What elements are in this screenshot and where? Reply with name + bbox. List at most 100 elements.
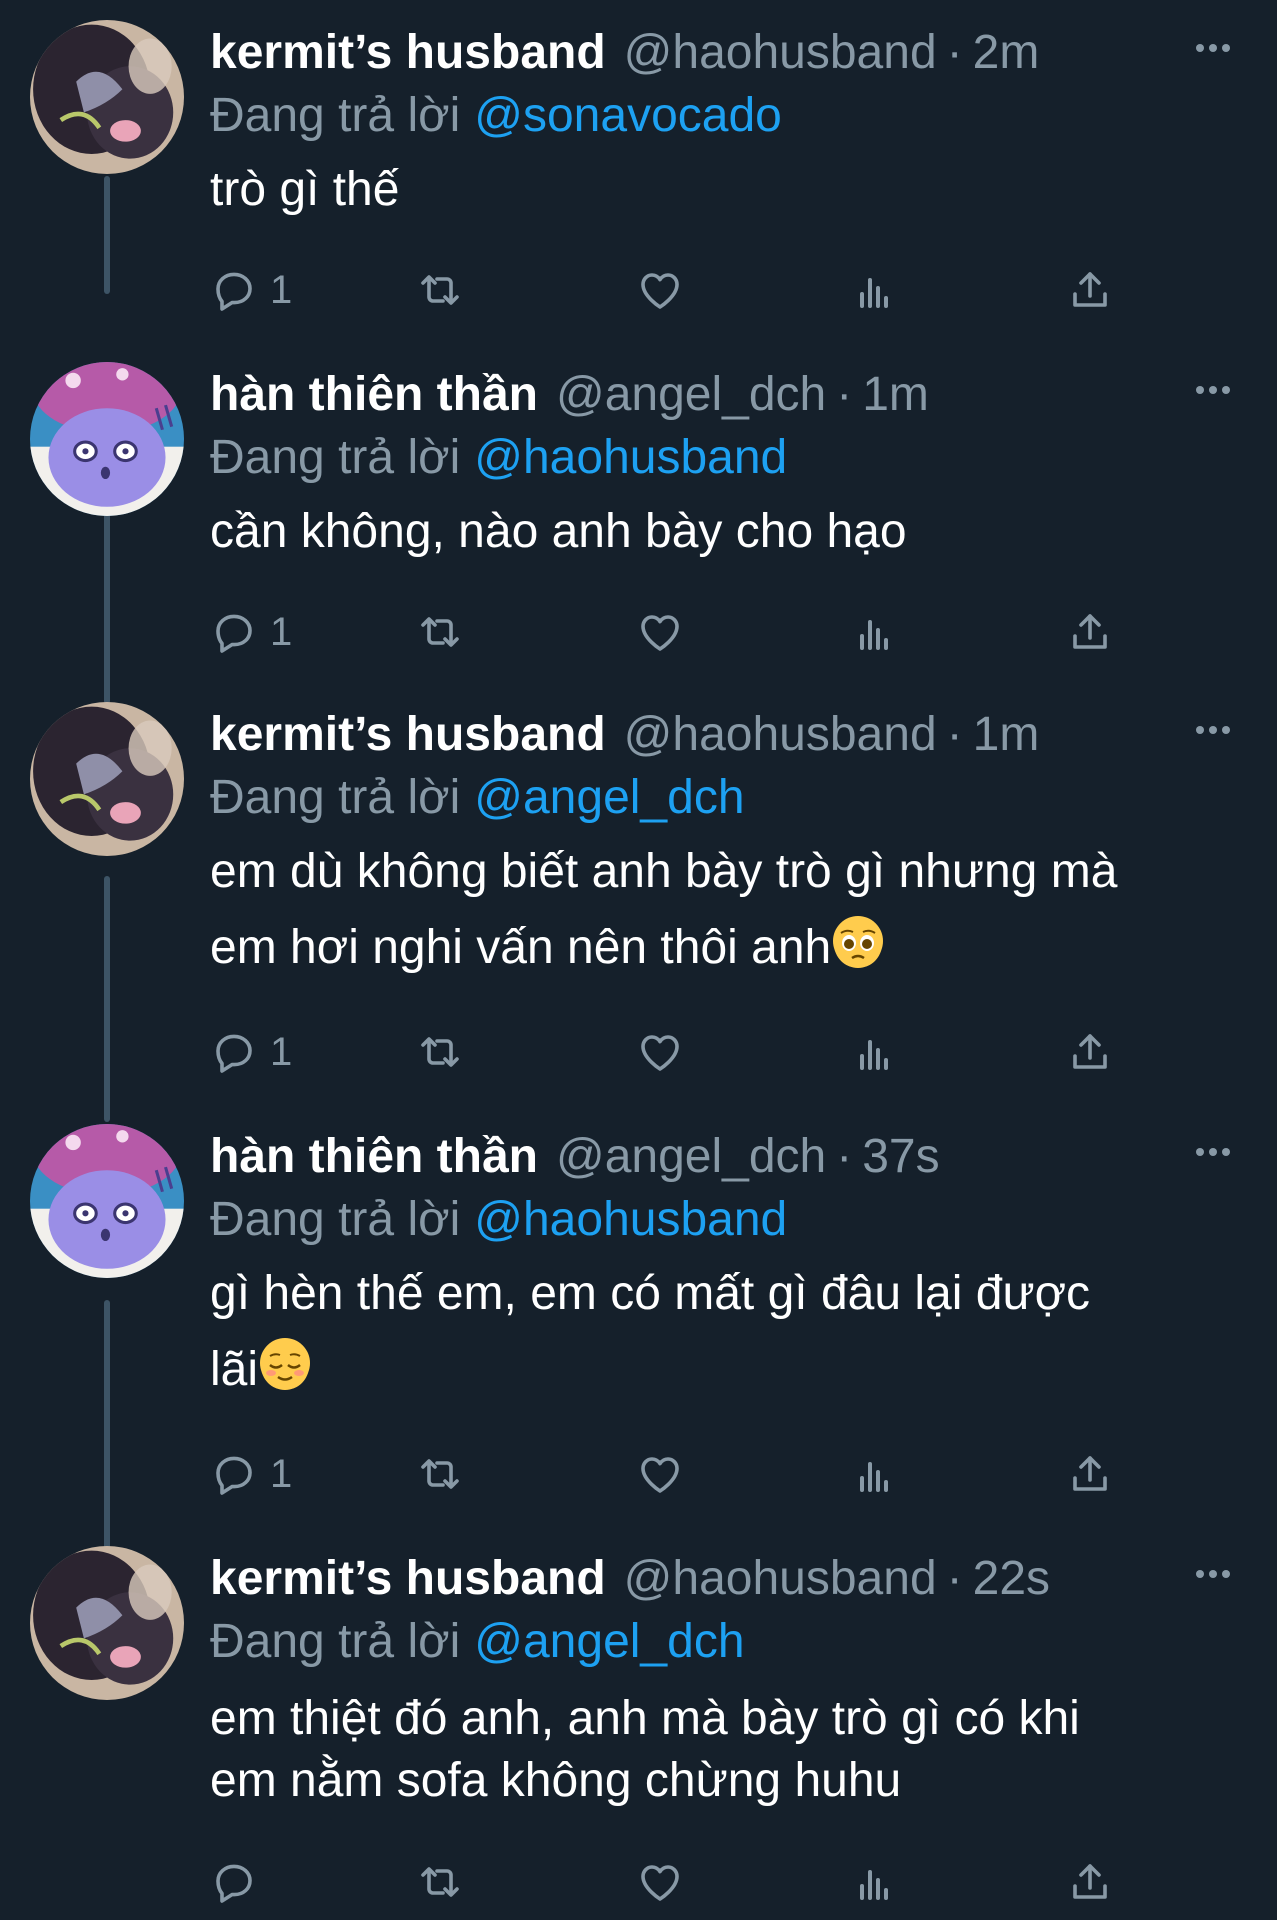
tweet-header: kermit’s husband @haohusband · 2m bbox=[210, 20, 1237, 86]
tweet[interactable]: kermit’s husband @haohusband · 2m Đang t… bbox=[0, 0, 1277, 320]
tweet-header: hàn thiên thần @angel_dch · 1m bbox=[210, 362, 1237, 428]
like-icon bbox=[636, 1858, 684, 1906]
display-name[interactable]: kermit’s husband bbox=[210, 1546, 606, 1612]
tweet-text-line: em dù không biết anh bày trò gì nhưng mà bbox=[210, 845, 1118, 898]
like-button[interactable] bbox=[636, 1024, 684, 1080]
timestamp[interactable]: 37s bbox=[862, 1124, 939, 1190]
user-handle[interactable]: @haohusband bbox=[624, 1546, 937, 1612]
like-button[interactable] bbox=[636, 262, 684, 318]
display-name[interactable]: kermit’s husband bbox=[210, 702, 606, 768]
avatar[interactable] bbox=[30, 1546, 184, 1700]
display-name[interactable]: hàn thiên thần bbox=[210, 1124, 538, 1190]
user-handle[interactable]: @haohusband bbox=[624, 20, 937, 86]
avatar[interactable] bbox=[30, 20, 184, 174]
tweet[interactable]: hàn thiên thần @angel_dch · 37s Đang trả… bbox=[0, 1104, 1277, 1504]
tweet-text: em dù không biết anh bày trò gì nhưng mà… bbox=[210, 834, 1237, 986]
reply-icon bbox=[210, 1858, 258, 1906]
timestamp[interactable]: 1m bbox=[973, 702, 1040, 768]
cat-avatar-image bbox=[30, 20, 184, 174]
tweet[interactable]: kermit’s husband @haohusband · 22s Đang … bbox=[0, 1526, 1277, 1920]
like-button[interactable] bbox=[636, 1854, 684, 1910]
analytics-button[interactable] bbox=[850, 1854, 898, 1910]
display-name[interactable]: kermit’s husband bbox=[210, 20, 606, 86]
reply-button[interactable] bbox=[210, 1854, 270, 1910]
share-button[interactable] bbox=[1066, 604, 1114, 660]
mention-link[interactable]: @angel_dch bbox=[474, 771, 744, 824]
mention-link[interactable]: @sonavocado bbox=[474, 89, 782, 142]
replying-to: Đang trả lời @haohusband bbox=[210, 1190, 1237, 1252]
reply-icon bbox=[210, 1028, 258, 1076]
analytics-icon bbox=[850, 1858, 898, 1906]
analytics-button[interactable] bbox=[850, 604, 898, 660]
timestamp[interactable]: 22s bbox=[973, 1546, 1050, 1612]
tweet[interactable]: kermit’s husband @haohusband · 1m Đang t… bbox=[0, 682, 1277, 1082]
share-button[interactable] bbox=[1066, 1024, 1114, 1080]
like-button[interactable] bbox=[636, 604, 684, 660]
tweet-text-segment: em hơi nghi vấn nên thôi anh bbox=[210, 921, 832, 974]
share-icon bbox=[1066, 1858, 1114, 1906]
avatar[interactable] bbox=[30, 702, 184, 856]
retweet-icon bbox=[416, 266, 464, 314]
analytics-icon bbox=[850, 608, 898, 656]
reply-icon bbox=[210, 608, 258, 656]
more-icon[interactable] bbox=[1189, 28, 1237, 68]
tweet-header: kermit’s husband @haohusband · 22s bbox=[210, 1546, 1237, 1612]
replying-to-label: Đang trả lời bbox=[210, 431, 461, 484]
tweet-text: em thiệt đó anh, anh mà bày trò gì có kh… bbox=[210, 1688, 1237, 1812]
pleading-face-emoji-icon bbox=[833, 916, 884, 968]
tweet-text-segment: lãi bbox=[210, 1343, 259, 1396]
more-icon[interactable] bbox=[1189, 370, 1237, 410]
retweet-button[interactable] bbox=[416, 262, 464, 318]
mention-link[interactable]: @haohusband bbox=[474, 1193, 787, 1246]
reply-button[interactable]: 1 bbox=[210, 1446, 292, 1502]
more-icon[interactable] bbox=[1189, 710, 1237, 750]
avatar[interactable] bbox=[30, 1124, 184, 1278]
retweet-icon bbox=[416, 1450, 464, 1498]
replying-to: Đang trả lời @angel_dch bbox=[210, 768, 1237, 830]
separator-dot: · bbox=[836, 1130, 853, 1183]
share-button[interactable] bbox=[1066, 262, 1114, 318]
retweet-button[interactable] bbox=[416, 604, 464, 660]
analytics-button[interactable] bbox=[850, 262, 898, 318]
reply-button[interactable]: 1 bbox=[210, 262, 292, 318]
tweet[interactable]: hàn thiên thần @angel_dch · 1m Đang trả … bbox=[0, 342, 1277, 662]
timestamp[interactable]: 2m bbox=[973, 20, 1040, 86]
display-name[interactable]: hàn thiên thần bbox=[210, 362, 538, 428]
reply-button[interactable]: 1 bbox=[210, 604, 292, 660]
cartoon-avatar-image bbox=[30, 362, 184, 516]
replying-to: Đang trả lời @haohusband bbox=[210, 428, 1237, 490]
replying-to-label: Đang trả lời bbox=[210, 1615, 461, 1668]
user-handle[interactable]: @angel_dch bbox=[556, 362, 826, 428]
more-icon[interactable] bbox=[1189, 1132, 1237, 1172]
user-handle[interactable]: @angel_dch bbox=[556, 1124, 826, 1190]
share-button[interactable] bbox=[1066, 1854, 1114, 1910]
tweet-text: trò gì thế bbox=[210, 152, 1237, 228]
retweet-button[interactable] bbox=[416, 1446, 464, 1502]
more-icon[interactable] bbox=[1189, 1554, 1237, 1594]
action-bar: 1 bbox=[210, 1446, 1140, 1502]
reply-count: 1 bbox=[270, 1451, 293, 1496]
reply-icon bbox=[210, 1450, 258, 1498]
user-handle[interactable]: @haohusband bbox=[624, 702, 937, 768]
share-icon bbox=[1066, 266, 1114, 314]
replying-to-label: Đang trả lời bbox=[210, 89, 461, 142]
action-bar bbox=[210, 1854, 1140, 1910]
replying-to-label: Đang trả lời bbox=[210, 1193, 461, 1246]
tweet-header: hàn thiên thần @angel_dch · 37s bbox=[210, 1124, 1237, 1190]
mention-link[interactable]: @angel_dch bbox=[474, 1615, 744, 1668]
tweet-text-line: em hơi nghi vấn nên thôi anh bbox=[210, 910, 1237, 986]
reply-button[interactable]: 1 bbox=[210, 1024, 292, 1080]
avatar[interactable] bbox=[30, 362, 184, 516]
like-button[interactable] bbox=[636, 1446, 684, 1502]
mention-link[interactable]: @haohusband bbox=[474, 431, 787, 484]
share-button[interactable] bbox=[1066, 1446, 1114, 1502]
reply-icon bbox=[210, 266, 258, 314]
retweet-button[interactable] bbox=[416, 1854, 464, 1910]
analytics-button[interactable] bbox=[850, 1024, 898, 1080]
analytics-button[interactable] bbox=[850, 1446, 898, 1502]
tweet-text: gì hèn thế em, em có mất gì đâu lại được… bbox=[210, 1256, 1237, 1408]
retweet-icon bbox=[416, 1858, 464, 1906]
timestamp[interactable]: 1m bbox=[862, 362, 929, 428]
retweet-button[interactable] bbox=[416, 1024, 464, 1080]
analytics-icon bbox=[850, 1028, 898, 1076]
